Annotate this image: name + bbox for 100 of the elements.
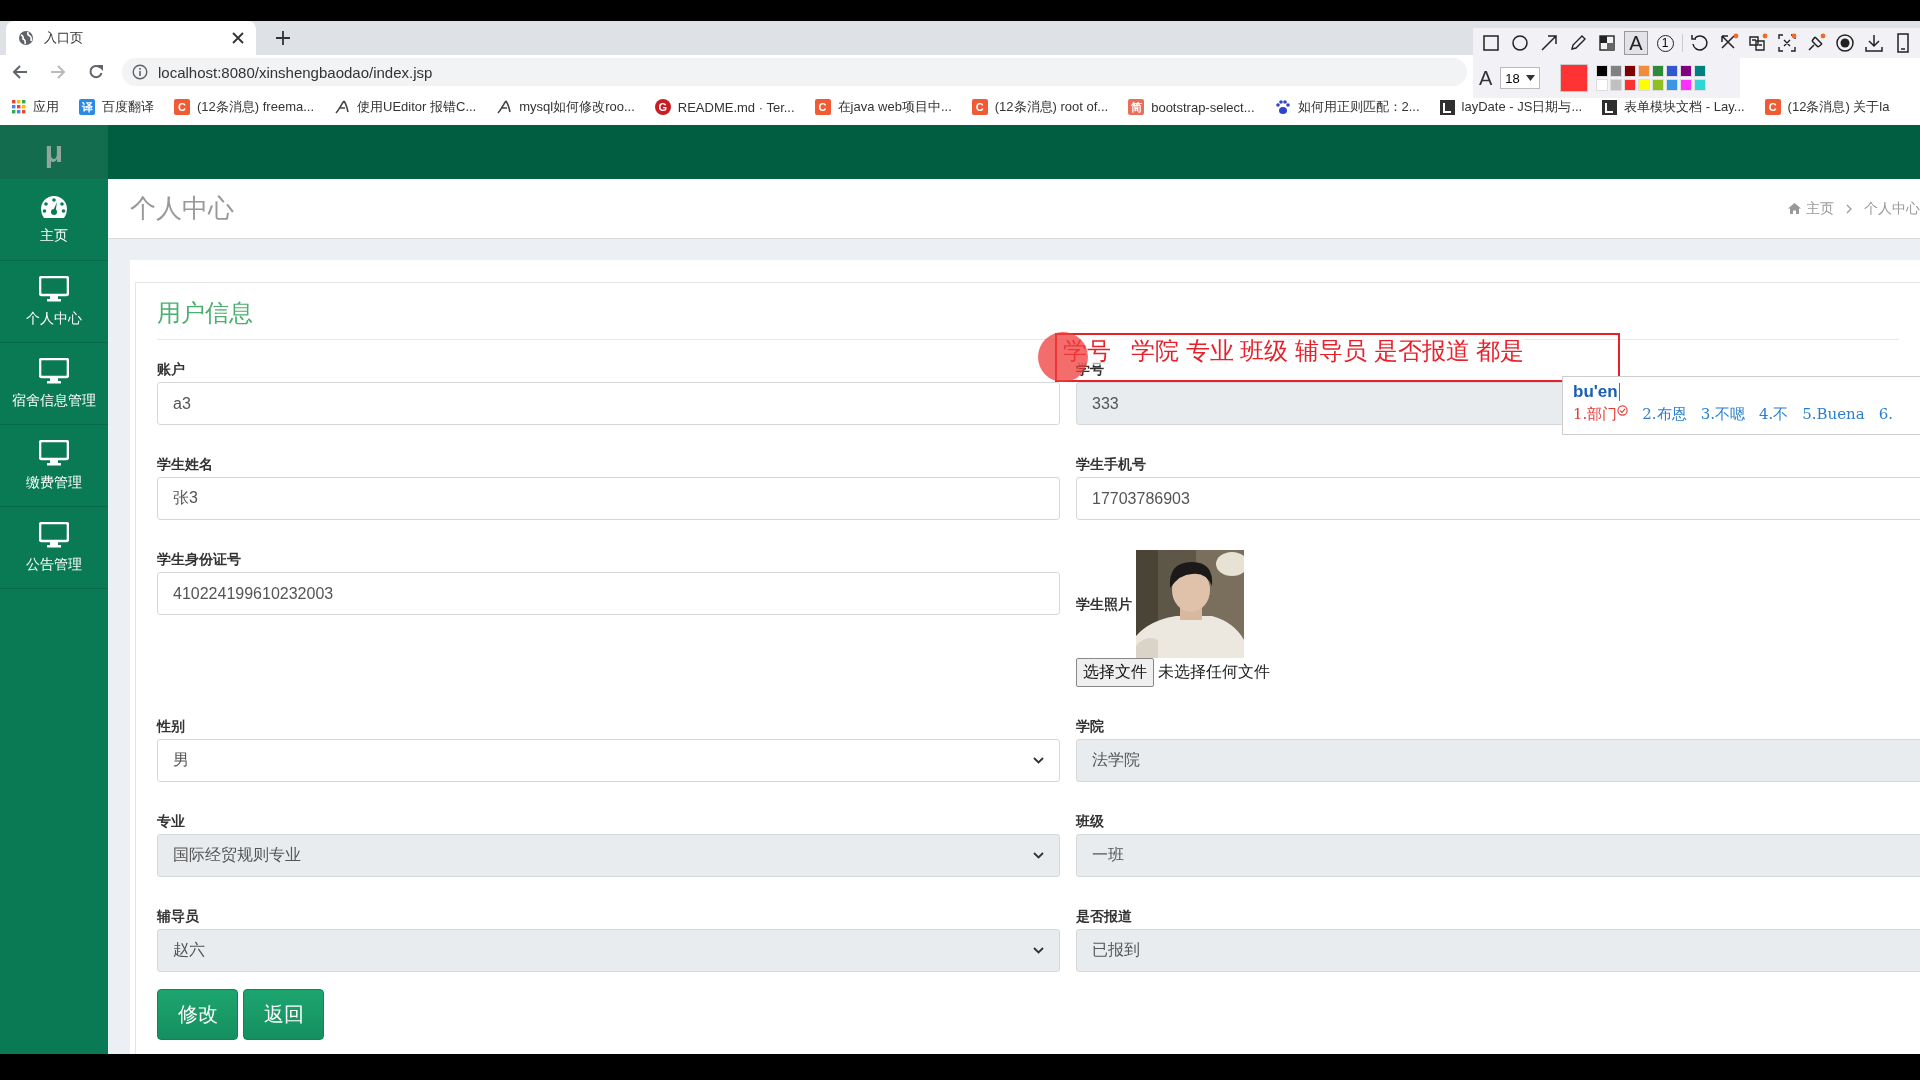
select-field[interactable]: 男 [157, 739, 1060, 782]
bookmark[interactable]: C (12条消息) root of... [971, 98, 1109, 116]
site-icon: 简 [1128, 99, 1145, 115]
page-title: 个人中心 [130, 192, 234, 225]
sidebar-label: 公告管理 [26, 555, 82, 574]
sidebar-item[interactable]: 个人中心 [0, 261, 108, 343]
ime-candidate[interactable]: 1.部门 [1573, 405, 1629, 424]
bookmark[interactable]: C (12条消息) freema... [174, 98, 315, 116]
current-color-swatch[interactable] [1560, 64, 1589, 92]
color-swatch[interactable] [1680, 65, 1693, 77]
bookmark[interactable]: 译 百度翻译 [79, 98, 154, 116]
color-swatch[interactable] [1596, 65, 1609, 77]
bookmark[interactable]: layDate - JS日期与... [1439, 98, 1583, 116]
bookmark-label: 百度翻译 [102, 98, 154, 116]
sidebar-label: 个人中心 [26, 309, 82, 328]
bookmark[interactable]: G README.md · Ter... [654, 99, 795, 115]
bookmark[interactable]: mysql如何修改roo... [496, 98, 635, 116]
ime-candidate[interactable]: 5.Buena [1802, 405, 1865, 424]
bookmark[interactable]: 简 bootstrap-select... [1128, 99, 1255, 115]
color-swatch[interactable] [1624, 65, 1637, 77]
paw-icon [1274, 99, 1291, 115]
bookmark-label: (12条消息) root of... [994, 98, 1109, 116]
field-label: 学生姓名 [157, 455, 214, 474]
bookmark-label: layDate - JS日期与... [1461, 98, 1583, 116]
site-icon: 译 [79, 99, 95, 115]
address-bar[interactable]: localhost:8080/xinshengbaodao/index.jsp [122, 58, 1467, 86]
field-label: 学院 [1076, 717, 1105, 736]
back-icon[interactable] [12, 64, 28, 80]
browser-tab[interactable]: 入口页 [6, 21, 256, 55]
bookmark[interactable]: C 在java web项目中... [814, 98, 952, 116]
bookmark[interactable]: 使用UEditor 报错C... [334, 98, 477, 116]
field-label: 学生手机号 [1076, 455, 1147, 474]
bookmark-label: 表单模块文档 - Lay... [1624, 98, 1745, 116]
sidebar-item[interactable]: 宿舍信息管理 [0, 343, 108, 425]
ime-candidate[interactable]: 4.不 [1758, 405, 1789, 424]
file-status: 未选择任何文件 [1158, 662, 1270, 682]
bookmark-label: 如何用正则匹配：2... [1297, 98, 1420, 116]
text-field[interactable]: a3 [157, 382, 1060, 425]
toolbar-action[interactable] [1833, 31, 1857, 55]
color-swatch[interactable] [1610, 79, 1623, 91]
field-label: 班级 [1076, 812, 1105, 831]
field-label: 辅导员 [157, 907, 200, 926]
color-swatch[interactable] [1694, 65, 1707, 77]
font-size-select[interactable]: 18 [1500, 67, 1541, 89]
caret-icon [1033, 852, 1044, 859]
field-label: 性别 [157, 717, 186, 736]
color-swatch[interactable] [1638, 79, 1651, 91]
info-icon [132, 64, 148, 80]
plus-icon[interactable] [276, 31, 290, 45]
monitor-icon [39, 521, 69, 548]
tool-button[interactable]: A [1624, 31, 1648, 55]
close-icon[interactable] [232, 32, 244, 44]
monitor-icon [39, 357, 69, 384]
sidebar-item[interactable]: 主页 [0, 179, 108, 261]
monitor-icon [39, 275, 69, 302]
color-swatch[interactable] [1638, 65, 1651, 77]
bookmark-label: (12条消息) freema... [197, 98, 315, 116]
bookmark[interactable]: C (12条消息) 关于la [1764, 98, 1890, 116]
text-field[interactable]: 张3 [157, 477, 1060, 520]
ime-candidate[interactable]: 6. [1878, 405, 1894, 424]
color-swatch[interactable] [1680, 79, 1693, 91]
sidebar-item[interactable]: 公告管理 [0, 507, 108, 589]
chevron-icon [1846, 203, 1852, 214]
toolbar-action[interactable] [1775, 31, 1799, 55]
color-swatch[interactable] [1666, 79, 1679, 91]
sidebar-label: 主页 [40, 226, 68, 245]
action-button[interactable]: 返回 [243, 989, 324, 1040]
bookmark[interactable]: 表单模块文档 - Lay... [1602, 98, 1745, 116]
field-label: 学生照片 [1076, 595, 1132, 613]
color-swatch[interactable] [1666, 65, 1679, 77]
globe-icon [18, 30, 34, 46]
choose-file-button[interactable]: 选择文件 [1076, 658, 1154, 687]
text-field[interactable]: 410224199610232003 [157, 572, 1060, 615]
color-swatch[interactable] [1596, 79, 1609, 91]
bookmark-label: bootstrap-select... [1151, 99, 1255, 115]
color-swatch[interactable] [1652, 79, 1665, 91]
bookmark-label: 在java web项目中... [837, 98, 952, 116]
color-swatch[interactable] [1694, 79, 1707, 91]
ime-candidate[interactable]: 2.布恩 [1642, 405, 1687, 424]
bookmark-label: (12条消息) 关于la [1787, 98, 1890, 116]
site-icon: G [654, 99, 671, 115]
bookmark-label: 使用UEditor 报错C... [357, 98, 477, 116]
field-label: 专业 [157, 812, 186, 831]
color-swatch[interactable] [1624, 79, 1637, 91]
sidebar-item[interactable]: 缴费管理 [0, 425, 108, 507]
site-icon: C [174, 99, 190, 115]
action-button[interactable]: 修改 [157, 989, 238, 1040]
bookmark-label: 应用 [33, 98, 59, 116]
bookmark[interactable]: 如何用正则匹配：2... [1274, 98, 1420, 116]
layui-icon [1439, 99, 1455, 115]
color-swatch[interactable] [1652, 65, 1665, 77]
tab-title: 入口页 [44, 29, 84, 47]
ime-candidate[interactable]: 3.不嗯 [1700, 405, 1745, 424]
monitor-icon [39, 439, 69, 466]
bookmark[interactable]: 应用 [12, 98, 59, 116]
bookmark-label: mysql如何修改roo... [519, 98, 635, 116]
site-icon: C [1764, 99, 1781, 115]
color-swatch[interactable] [1610, 65, 1623, 77]
reload-icon[interactable] [88, 64, 104, 80]
text-field[interactable]: 17703786903 [1076, 477, 1920, 520]
